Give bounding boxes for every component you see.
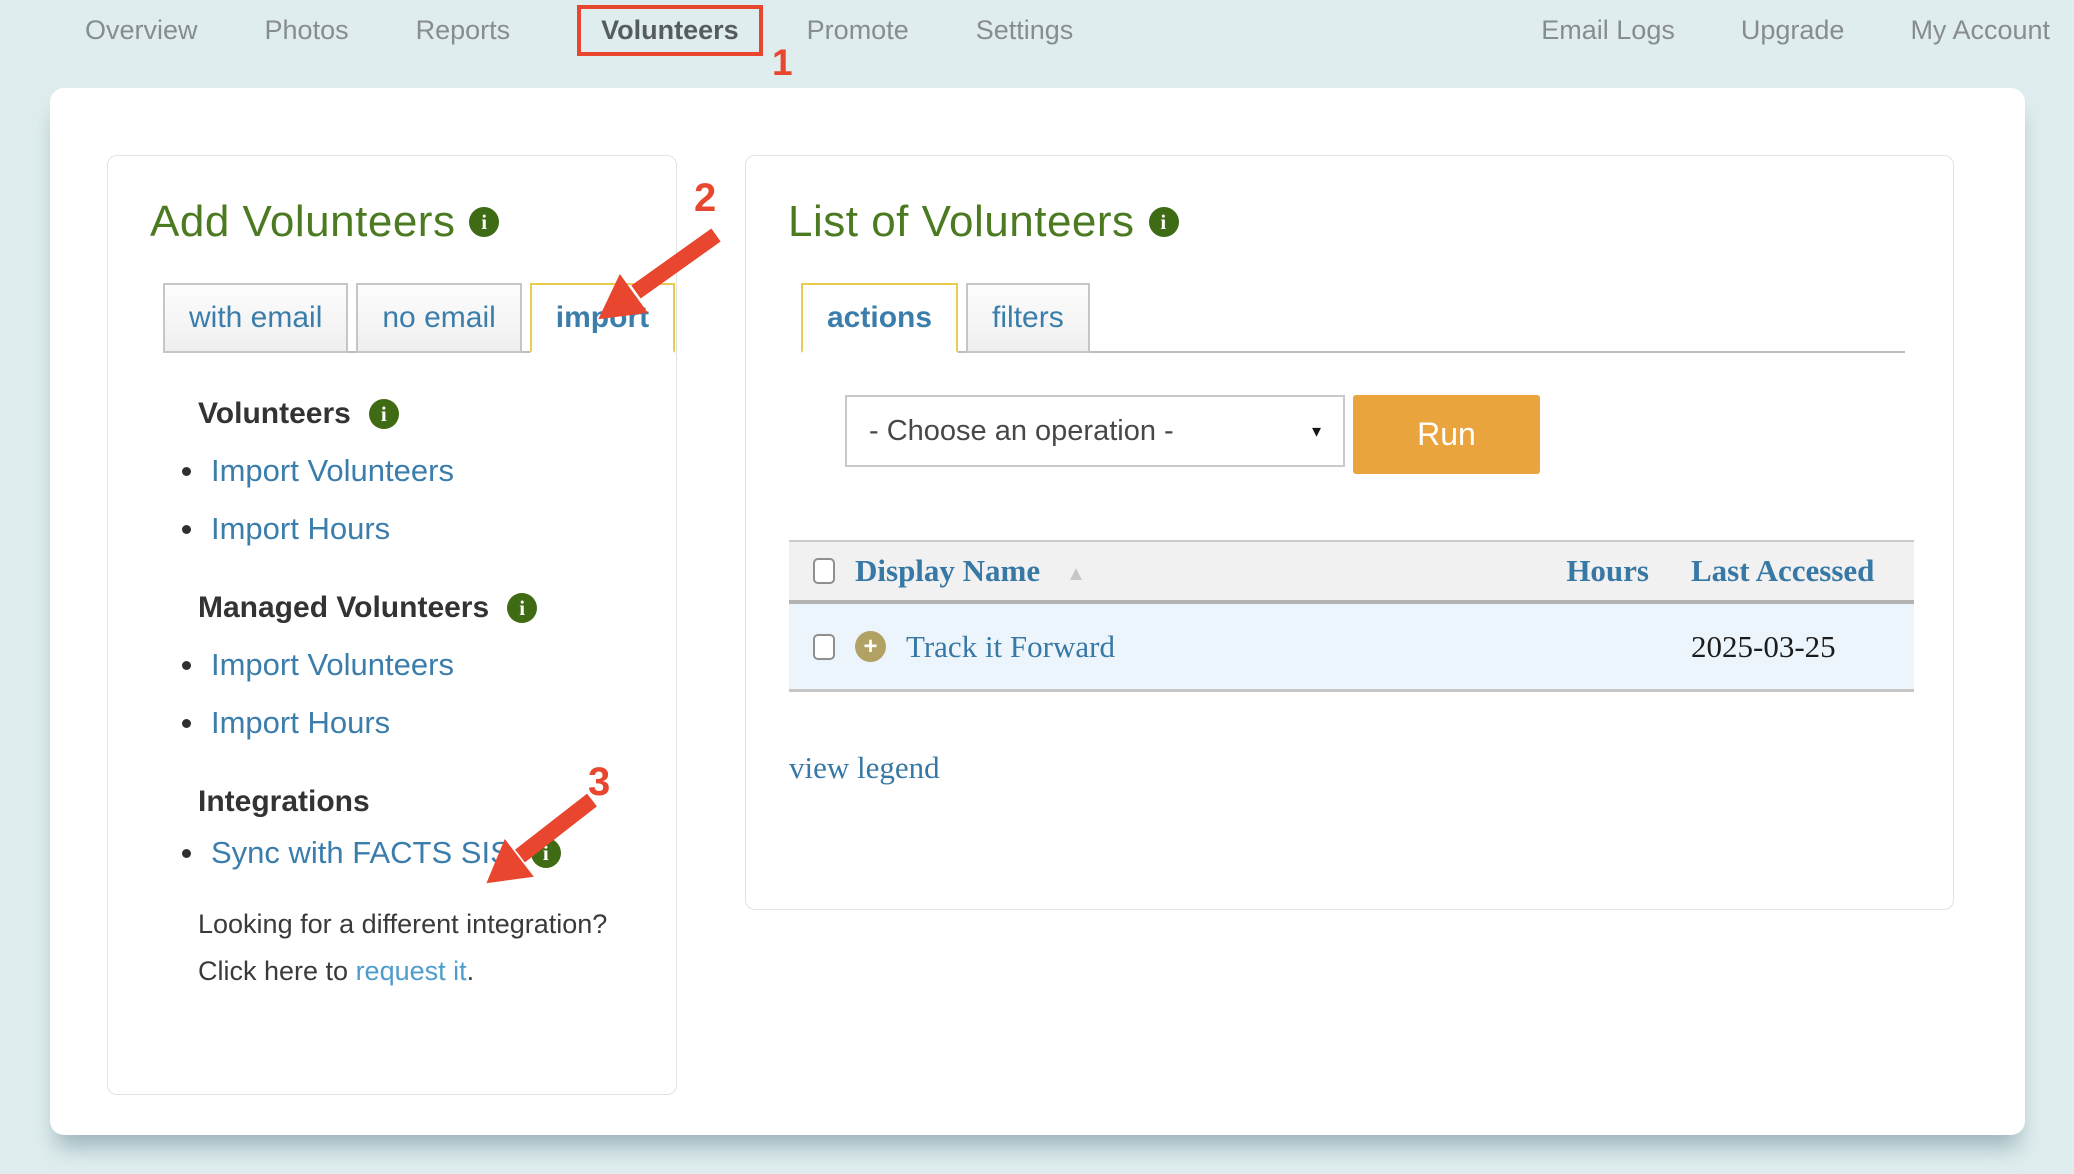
annotation-step-2: 2 <box>694 176 716 221</box>
row-checkbox[interactable] <box>813 634 835 660</box>
section-managed-volunteers-links: Import Volunteers Import Hours <box>182 647 646 741</box>
tab-import[interactable]: import <box>530 283 675 353</box>
integration-note-line1: Looking for a different integration? <box>198 901 646 948</box>
info-icon[interactable] <box>469 207 499 237</box>
header-checkbox-cell <box>789 558 855 584</box>
row-checkbox-cell <box>789 634 855 660</box>
bullet-dot <box>182 661 191 670</box>
bullet-dot <box>182 849 191 858</box>
bullet-dot <box>182 467 191 476</box>
section-managed-volunteers-heading-text: Managed Volunteers <box>198 591 489 625</box>
managed-import-hours-link[interactable]: Import Hours <box>211 705 390 741</box>
managed-import-volunteers-link[interactable]: Import Volunteers <box>211 647 454 683</box>
add-volunteers-tabs: with email no email import <box>163 283 644 353</box>
import-volunteers-link[interactable]: Import Volunteers <box>211 453 454 489</box>
header-display-name-text: Display Name <box>855 553 1040 589</box>
nav-right-group: Email Logs Upgrade My Account <box>1475 15 2050 46</box>
add-volunteers-title: Add Volunteers <box>150 197 646 247</box>
tab-with-email[interactable]: with email <box>163 283 348 353</box>
bullet-dot <box>182 525 191 534</box>
volunteers-table: Display Name ▲ Hours Last Accessed + Tra… <box>789 540 1914 692</box>
list-item: Import Hours <box>182 511 646 547</box>
view-legend-row: view legend <box>789 750 1905 786</box>
nav-item-overview[interactable]: Overview <box>85 15 198 46</box>
table-header-row: Display Name ▲ Hours Last Accessed <box>789 540 1914 604</box>
annotation-step-3: 3 <box>588 760 610 805</box>
request-it-link[interactable]: request it <box>356 956 467 986</box>
row-name-cell: + Track it Forward <box>855 629 1499 665</box>
operation-select-value: - Choose an operation - <box>869 415 1174 448</box>
list-of-volunteers-title-text: List of Volunteers <box>788 197 1135 247</box>
section-managed-volunteers-heading: Managed Volunteers <box>198 591 646 625</box>
nav-item-promote[interactable]: Promote <box>807 15 909 46</box>
info-icon[interactable] <box>507 593 537 623</box>
add-volunteers-title-text: Add Volunteers <box>150 197 455 247</box>
add-volunteers-panel: Add Volunteers with email no email impor… <box>107 155 677 1095</box>
table-row: + Track it Forward 2025-03-25 <box>789 604 1914 692</box>
annotation-step-1: 1 <box>772 42 793 84</box>
list-item: Sync with FACTS SIS <box>182 835 646 871</box>
header-hours[interactable]: Hours <box>1499 553 1649 589</box>
run-button[interactable]: Run <box>1353 395 1540 474</box>
section-volunteers-links: Import Volunteers Import Hours <box>182 453 646 547</box>
section-integrations-heading-text: Integrations <box>198 785 370 819</box>
bullet-dot <box>182 719 191 728</box>
expand-plus-icon[interactable]: + <box>855 631 886 662</box>
row-last-accessed-cell: 2025-03-25 <box>1691 629 1914 665</box>
operations-row: - Choose an operation - ▾ Run <box>845 395 1905 474</box>
operation-select[interactable]: - Choose an operation - ▾ <box>845 395 1345 467</box>
list-item: Import Volunteers <box>182 453 646 489</box>
list-of-volunteers-panel: List of Volunteers actions filters - Cho… <box>745 155 1954 910</box>
list-tabs: actions filters <box>801 283 1905 353</box>
integration-note-suffix: . <box>467 956 475 986</box>
integration-note-prefix: Click here to <box>198 956 356 986</box>
info-icon[interactable] <box>369 399 399 429</box>
list-of-volunteers-title: List of Volunteers <box>788 197 1905 247</box>
header-last-accessed[interactable]: Last Accessed <box>1691 553 1914 589</box>
integration-note-line2: Click here to request it. <box>198 948 646 995</box>
list-item: Import Hours <box>182 705 646 741</box>
tab-filters[interactable]: filters <box>966 283 1090 353</box>
nav-item-email-logs[interactable]: Email Logs <box>1541 15 1675 46</box>
integration-note: Looking for a different integration? Cli… <box>198 901 646 996</box>
nav-item-settings[interactable]: Settings <box>976 15 1074 46</box>
nav-item-upgrade[interactable]: Upgrade <box>1741 15 1845 46</box>
volunteer-name-link[interactable]: Track it Forward <box>906 629 1115 665</box>
sync-facts-sis-link[interactable]: Sync with FACTS SIS <box>211 835 511 871</box>
nav-item-photos[interactable]: Photos <box>265 15 349 46</box>
section-integrations-links: Sync with FACTS SIS <box>182 835 646 871</box>
header-display-name[interactable]: Display Name ▲ <box>855 553 1499 589</box>
view-legend-link[interactable]: view legend <box>789 750 940 785</box>
section-integrations-heading: Integrations <box>198 785 646 819</box>
main-card: Add Volunteers with email no email impor… <box>50 88 2025 1135</box>
nav-item-my-account[interactable]: My Account <box>1910 15 2050 46</box>
nav-item-volunteers[interactable]: Volunteers <box>577 5 763 56</box>
info-icon[interactable] <box>531 838 561 868</box>
app-screen: Overview Photos Reports Volunteers Promo… <box>0 0 2074 1174</box>
nav-item-reports[interactable]: Reports <box>416 15 511 46</box>
tab-no-email[interactable]: no email <box>356 283 521 353</box>
chevron-down-icon: ▾ <box>1312 421 1321 442</box>
list-item: Import Volunteers <box>182 647 646 683</box>
top-nav: Overview Photos Reports Volunteers Promo… <box>0 0 2074 60</box>
select-all-checkbox[interactable] <box>813 558 835 584</box>
section-volunteers-heading-text: Volunteers <box>198 397 351 431</box>
import-hours-link[interactable]: Import Hours <box>211 511 390 547</box>
info-icon[interactable] <box>1149 207 1179 237</box>
sort-asc-icon: ▲ <box>1066 563 1086 586</box>
tab-actions[interactable]: actions <box>801 283 958 353</box>
section-volunteers-heading: Volunteers <box>198 397 646 431</box>
